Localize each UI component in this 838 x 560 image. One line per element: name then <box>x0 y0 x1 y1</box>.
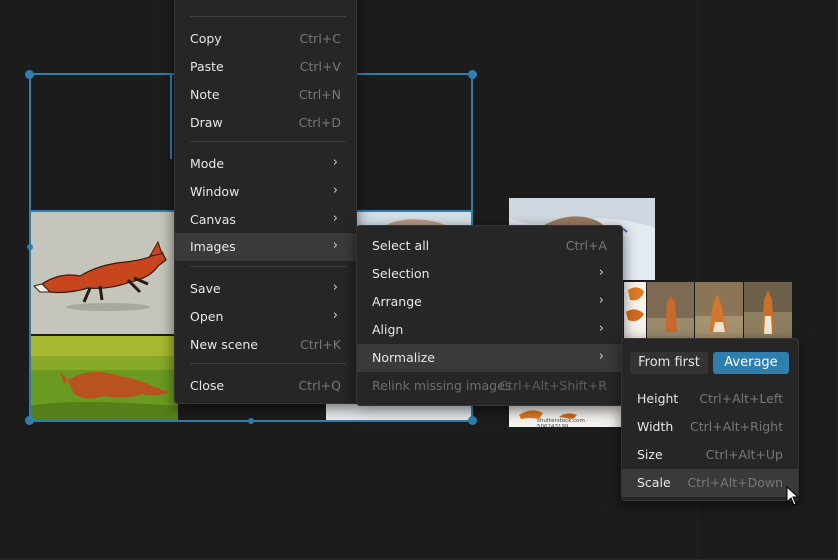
menu-item-label: Open <box>190 309 224 324</box>
image-fox-sitting-1[interactable] <box>647 282 694 340</box>
menu-item-shortcut: Ctrl+Alt+Up <box>705 447 783 462</box>
menu-separator <box>190 266 346 267</box>
menu-item-height[interactable]: Height Ctrl+Alt+Left <box>622 385 798 413</box>
menu-item-label: Note <box>190 87 220 102</box>
chevron-right-icon: › <box>598 349 604 364</box>
resize-handle-bottom-right[interactable] <box>468 416 477 425</box>
menu-item-label: Align <box>372 322 404 337</box>
menu-separator <box>190 141 346 142</box>
menu-item-window[interactable]: Window › <box>175 178 356 206</box>
menu-item-label: Images <box>190 239 236 254</box>
chevron-right-icon: › <box>598 321 604 336</box>
resize-handle-bottom-middle[interactable] <box>248 418 254 424</box>
menu-item-label: Relink missing images <box>372 378 512 393</box>
menu-separator <box>190 363 346 364</box>
menu-item-normalize[interactable]: Normalize › <box>357 344 622 372</box>
menu-item-canvas[interactable]: Canvas › <box>175 206 356 234</box>
menu-item-shortcut: Ctrl+Q <box>298 378 341 393</box>
chevron-right-icon: › <box>332 211 338 226</box>
menu-item-save[interactable]: Save › <box>175 275 356 303</box>
menu-item-shortcut: Ctrl+C <box>299 31 341 46</box>
menu-item-shortcut: Ctrl+D <box>298 115 341 130</box>
menu-item-shortcut: Ctrl+A <box>565 238 607 253</box>
image-fox-sketch-sheet[interactable] <box>624 282 646 340</box>
from-first-toggle[interactable]: From first <box>630 352 708 374</box>
menu-item-label: Window <box>190 184 240 199</box>
menu-item-shortcut: Ctrl+Alt+Down <box>687 475 783 490</box>
menu-item-label: Normalize <box>372 350 435 365</box>
menu-item-label: Close <box>190 378 225 393</box>
chevron-right-icon: › <box>598 293 604 308</box>
menu-item-label: Draw <box>190 115 223 130</box>
menu-item-draw[interactable]: Draw Ctrl+D <box>175 109 356 137</box>
menu-item-close[interactable]: Close Ctrl+Q <box>175 372 356 400</box>
menu-item-label: Size <box>637 447 663 462</box>
image-fox-sitting-3[interactable] <box>744 282 792 340</box>
menu-item-label: Copy <box>190 31 222 46</box>
chevron-right-icon: › <box>332 280 338 295</box>
menu-item-copy[interactable]: Copy Ctrl+C <box>175 25 356 53</box>
watermark-text: shutterstock.com · 506243199 <box>537 418 589 427</box>
menu-item-new-scene[interactable]: New scene Ctrl+K <box>175 331 356 359</box>
menu-item-label: Arrange <box>372 294 422 309</box>
menu-item-shortcut: Ctrl+K <box>300 337 341 352</box>
menu-item-images[interactable]: Images › <box>175 233 356 261</box>
menu-item-select-all[interactable]: Select all Ctrl+A <box>357 232 622 260</box>
context-menu: Copy Ctrl+C Paste Ctrl+V Note Ctrl+N Dra… <box>174 0 357 404</box>
chevron-right-icon: › <box>598 265 604 280</box>
menu-item-label: Width <box>637 419 674 434</box>
normalize-submenu: From first Average Height Ctrl+Alt+Left … <box>621 338 799 501</box>
resize-handle-top-right[interactable] <box>468 70 477 79</box>
average-toggle[interactable]: Average <box>713 352 789 374</box>
menu-item-scale[interactable]: Scale Ctrl+Alt+Down <box>622 469 798 497</box>
menu-item-shortcut: Ctrl+N <box>298 87 341 102</box>
menu-item-label: Scale <box>637 475 671 490</box>
menu-item-note[interactable]: Note Ctrl+N <box>175 81 356 109</box>
chevron-right-icon: › <box>332 238 338 253</box>
menu-item-label: New scene <box>190 337 258 352</box>
menu-separator <box>190 16 346 17</box>
menu-item-label: Selection <box>372 266 430 281</box>
menu-item-arrange[interactable]: Arrange › <box>357 288 622 316</box>
menu-item-size[interactable]: Size Ctrl+Alt+Up <box>622 441 798 469</box>
menu-item-label: Mode <box>190 156 225 171</box>
resize-handle-left-middle[interactable] <box>27 244 33 250</box>
menu-item-shortcut: Ctrl+Alt+Shift+R <box>499 378 607 393</box>
images-submenu: Select all Ctrl+A Selection › Arrange › … <box>356 225 623 406</box>
menu-item-width[interactable]: Width Ctrl+Alt+Right <box>622 413 798 441</box>
menu-item-shortcut: Ctrl+Alt+Left <box>699 391 783 406</box>
image-fox-sketch-bottom[interactable]: shutterstock.com · 506243199 <box>509 405 621 427</box>
menu-item-selection[interactable]: Selection › <box>357 260 622 288</box>
menu-item-paste[interactable]: Paste Ctrl+V <box>175 53 356 81</box>
image-fox-sitting-2[interactable] <box>695 282 743 340</box>
menu-item-shortcut: Ctrl+Alt+Right <box>689 419 783 434</box>
menu-item-label: Select all <box>372 238 430 253</box>
menu-item-label: Canvas <box>190 212 236 227</box>
mouse-pointer-icon <box>786 485 800 509</box>
chevron-right-icon: › <box>332 155 338 170</box>
menu-item-label: Height <box>637 391 679 406</box>
resize-handle-top-left[interactable] <box>25 70 34 79</box>
menu-item-shortcut: Ctrl+V <box>299 59 341 74</box>
menu-item-mode[interactable]: Mode › <box>175 150 356 178</box>
chevron-right-icon: › <box>332 183 338 198</box>
menu-item-label: Paste <box>190 59 224 74</box>
chevron-right-icon: › <box>332 308 338 323</box>
menu-item-align[interactable]: Align › <box>357 316 622 344</box>
menu-item-relink-missing-images[interactable]: Relink missing images Ctrl+Alt+Shift+R <box>357 372 622 400</box>
menu-item-label: Save <box>190 281 221 296</box>
menu-item-open[interactable]: Open › <box>175 303 356 331</box>
resize-handle-bottom-left[interactable] <box>25 416 34 425</box>
